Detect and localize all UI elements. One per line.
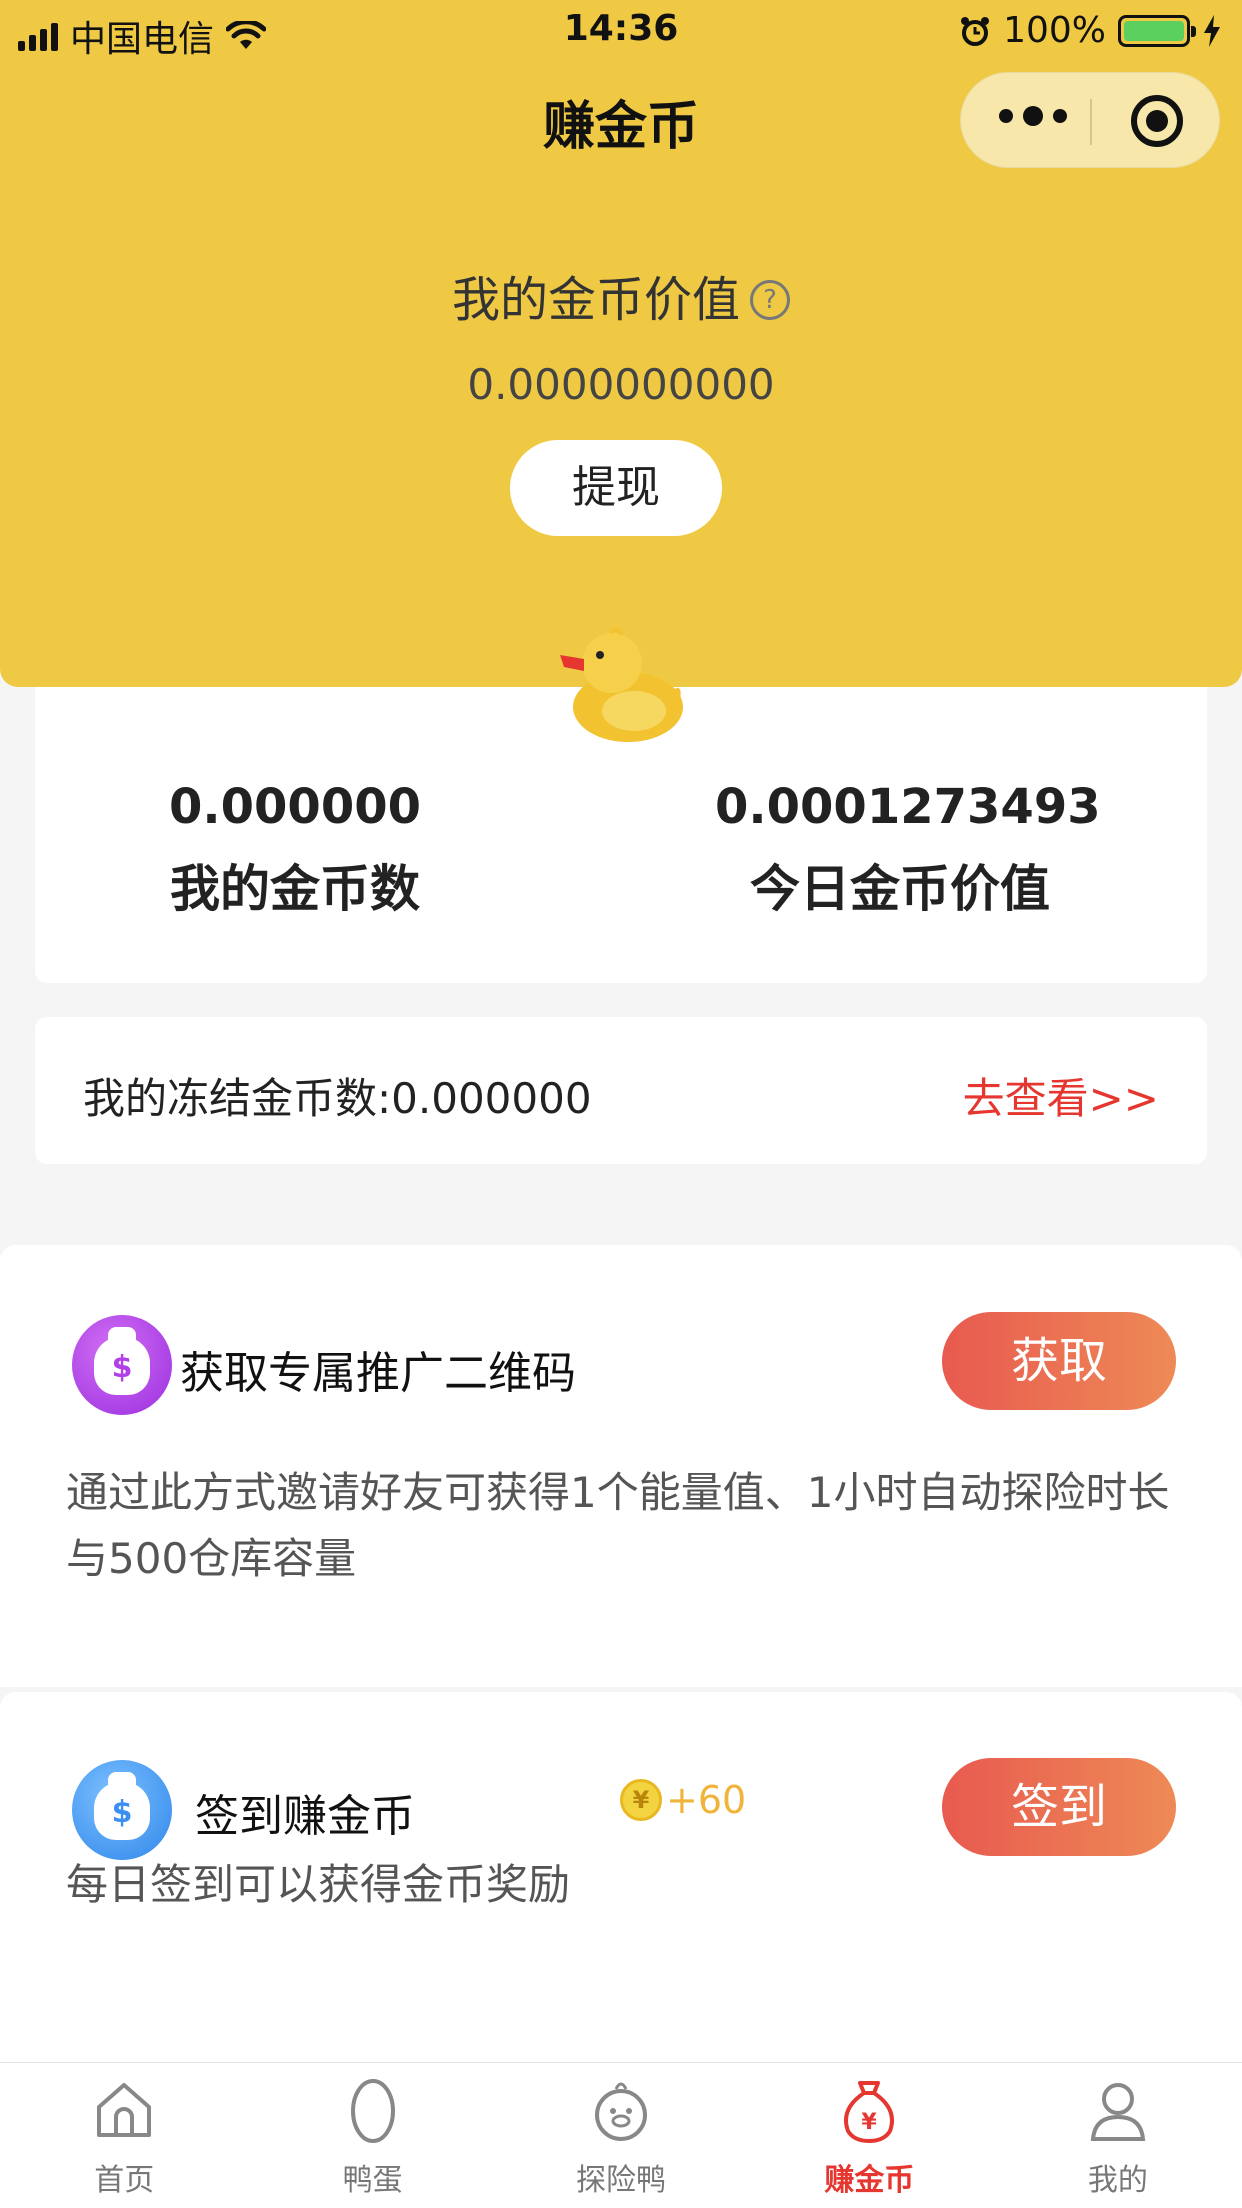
view-frozen-link[interactable]: 去查看>> [963, 1065, 1159, 1126]
coin-icon: ¥ [620, 1779, 662, 1821]
task-card-qrcode: $ 获取专属推广二维码 获取 通过此方式邀请好友可获得1个能量值、1小时自动探险… [0, 1245, 1242, 1687]
today-value-stat: 0.0001273493 今日金币价值 [715, 779, 1101, 921]
frozen-coins-label: 我的冻结金币数:0.000000 [83, 1074, 592, 1123]
my-coins-value: 0.000000 [168, 779, 422, 835]
tab-label: 鸭蛋 [342, 2163, 403, 2198]
status-right: 100% [959, 10, 1222, 51]
money-bag-icon: $ [72, 1315, 172, 1415]
tab-label: 赚金币 [824, 2163, 915, 2198]
today-value-label: 今日金币价值 [750, 860, 1050, 918]
egg-icon [350, 2079, 395, 2143]
duck-mascot-icon [560, 627, 683, 742]
frozen-coins-card: 我的冻结金币数:0.000000 去查看>> [35, 1017, 1207, 1164]
battery-icon [1118, 14, 1196, 47]
coin-value-amount: 0.0000000000 [467, 360, 775, 409]
withdraw-button[interactable]: 提现 [510, 440, 722, 536]
money-bag-icon: ¥ [844, 2081, 895, 2144]
get-qrcode-button[interactable]: 获取 [942, 1312, 1176, 1410]
checkin-button[interactable]: 签到 [942, 1758, 1176, 1856]
task-card-checkin: $ 签到赚金币 ¥ +60 签到 每日签到可以获得金币奖励 [0, 1692, 1242, 2062]
tab-explore-duck[interactable]: 探险鸭 [497, 2063, 745, 2208]
reward-amount: +60 [666, 1778, 747, 1822]
tab-home[interactable]: 首页 [0, 2063, 248, 2208]
home-icon [97, 2083, 152, 2137]
reward-badge: ¥ +60 [620, 1778, 746, 1822]
money-bag-icon: $ [72, 1760, 172, 1860]
svg-text:¥: ¥ [862, 2110, 878, 2135]
battery-percent: 100% [1003, 10, 1106, 51]
tab-egg[interactable]: 鸭蛋 [248, 2063, 496, 2208]
duck-icon [595, 2082, 648, 2141]
my-coins-label: 我的金币数 [170, 860, 420, 918]
tab-label: 首页 [94, 2163, 155, 2198]
status-bar: 中国电信 14:36 100% [0, 0, 1242, 60]
my-coins-stat: 0.000000 我的金币数 [145, 779, 445, 921]
capsule-divider [1090, 99, 1092, 145]
user-icon [1090, 2083, 1146, 2141]
close-target-icon[interactable] [1131, 95, 1183, 147]
today-value: 0.0001273493 [715, 779, 1101, 835]
coin-value-title: 我的金币价值 [451, 272, 740, 328]
tab-label: 探险鸭 [576, 2163, 667, 2198]
charging-icon [1204, 14, 1220, 47]
tab-earn-coins[interactable]: ¥ 赚金币 [745, 2063, 993, 2208]
tab-bar: 首页 鸭蛋 探险鸭 ¥ 赚金币 我的 [0, 2062, 1242, 2208]
task-description: 每日签到可以获得金币奖励 [66, 1860, 571, 1909]
help-icon[interactable]: ? [750, 280, 790, 320]
mini-program-capsule [960, 72, 1220, 168]
tab-mine[interactable]: 我的 [994, 2063, 1242, 2208]
tab-label: 我的 [1087, 2163, 1148, 2198]
more-icon[interactable] [999, 106, 1067, 126]
coin-value-title-row: 我的金币价值? [0, 260, 1242, 330]
task-description: 通过此方式邀请好友可获得1个能量值、1小时自动探险时长与500仓库容量 [66, 1468, 1170, 1583]
task-title: 签到赚金币 [195, 1791, 415, 1842]
alarm-icon [961, 16, 990, 46]
task-title: 获取专属推广二维码 [180, 1348, 576, 1399]
